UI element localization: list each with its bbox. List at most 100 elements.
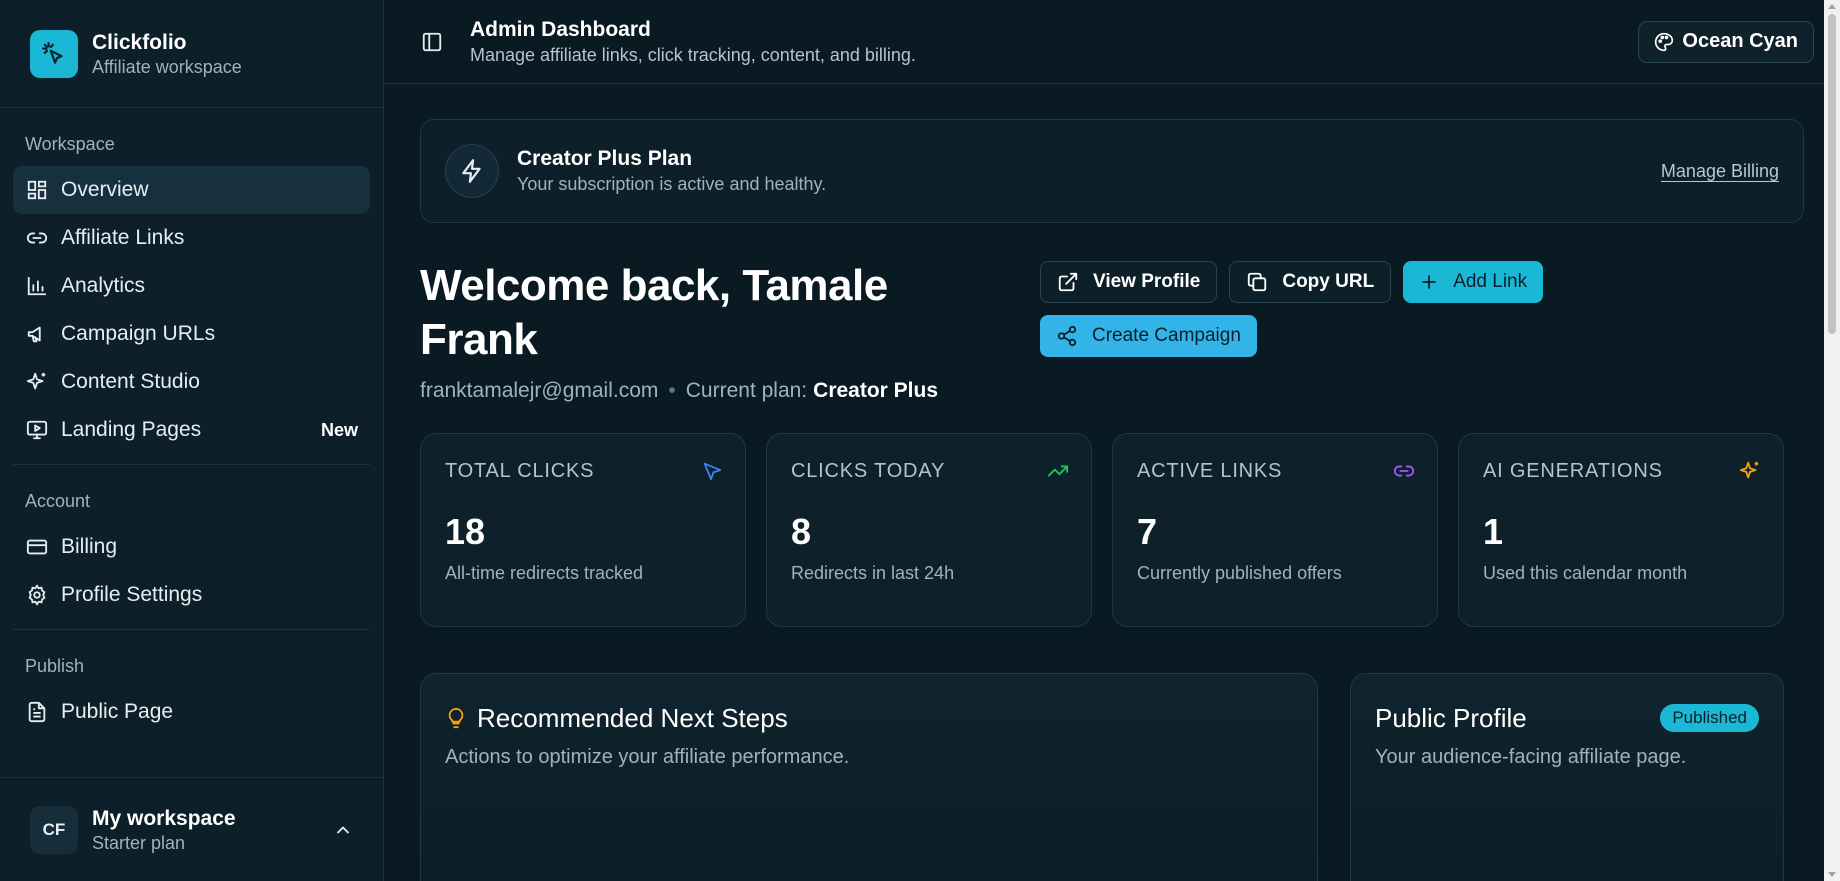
welcome-meta: franktamalejr@gmail.com • Current plan: … [420, 379, 1040, 403]
sidebar-item-label: Content Studio [61, 370, 200, 393]
plan-banner: Creator Plus Plan Your subscription is a… [420, 119, 1804, 223]
public-profile-title: Public Profile [1375, 703, 1527, 733]
credit-card-icon [25, 535, 49, 559]
public-profile-panel: Public Profile Published Your audience-f… [1350, 673, 1784, 881]
add-link-button[interactable]: Add Link [1403, 261, 1544, 303]
avatar: CF [30, 805, 78, 854]
scroll-up-arrow[interactable] [1828, 4, 1836, 9]
external-link-icon [1057, 271, 1079, 293]
copy-url-button[interactable]: Copy URL [1229, 261, 1392, 303]
create-campaign-label: Create Campaign [1092, 325, 1241, 346]
sidebar-item-public-page[interactable]: Public Page [13, 688, 370, 736]
page-subtitle: Manage affiliate links, click tracking, … [470, 44, 916, 65]
stat-card-total-clicks: Total Clicks 18 All-time redirects track… [420, 433, 746, 627]
stat-value: 1 [1483, 511, 1504, 552]
chevron-up-icon[interactable] [333, 820, 353, 840]
copy-url-label: Copy URL [1282, 271, 1375, 292]
sidebar-item-campaign-urls[interactable]: Campaign URLs [13, 310, 370, 358]
presentation-icon [25, 418, 49, 442]
sidebar-item-label: Affiliate Links [61, 226, 185, 249]
public-profile-subtitle: Your audience-facing affiliate page. [1375, 746, 1687, 768]
status-badge: Published [1660, 704, 1759, 732]
add-link-label: Add Link [1453, 271, 1528, 292]
stat-label: Active Links [1137, 460, 1283, 482]
view-profile-button[interactable]: View Profile [1040, 261, 1218, 303]
sidebar-item-analytics[interactable]: Analytics [13, 262, 370, 310]
current-plan-value: Creator Plus [813, 379, 939, 402]
overview-icon [25, 178, 49, 202]
lightbulb-icon [445, 707, 467, 729]
sidebar-item-label: Overview [61, 178, 149, 201]
stat-value: 7 [1137, 511, 1158, 552]
workspace-name: My workspace [92, 806, 236, 830]
create-campaign-button[interactable]: Create Campaign [1040, 315, 1257, 357]
action-buttons: View Profile Copy URL Add Link Create Ca… [1040, 259, 1580, 409]
scrollbar[interactable] [1824, 0, 1840, 881]
stat-subtitle: Currently published offers [1137, 563, 1342, 583]
view-profile-label: View Profile [1093, 271, 1201, 292]
separator-dot: • [668, 379, 676, 402]
cursor-click-icon [30, 29, 78, 78]
next-steps-title-text: Recommended Next Steps [477, 703, 788, 733]
palette-icon [1654, 32, 1674, 52]
sidebar-toggle-icon[interactable] [418, 28, 446, 56]
section-label-account: Account [25, 491, 91, 511]
manage-billing-link[interactable]: Manage Billing [1661, 161, 1779, 182]
trending-up-icon [1047, 460, 1069, 482]
sparkles-icon [1739, 460, 1761, 482]
stat-card-ai-generations: AI Generations 1 Used this calendar mont… [1458, 433, 1784, 627]
stat-card-active-links: Active Links 7 Currently published offer… [1112, 433, 1438, 627]
sidebar-item-billing[interactable]: Billing [13, 523, 370, 571]
cursor-icon [701, 460, 723, 482]
next-steps-subtitle: Actions to optimize your affiliate perfo… [445, 746, 850, 768]
sidebar-item-content-studio[interactable]: Content Studio [13, 358, 370, 406]
workspace-plan: Starter plan [92, 832, 186, 853]
brand-name: Clickfolio [92, 30, 187, 54]
stat-label: Clicks Today [791, 460, 946, 482]
stat-value: 8 [791, 511, 812, 552]
stat-value: 18 [445, 511, 486, 552]
section-label-workspace: Workspace [25, 134, 115, 154]
plan-subtitle: Your subscription is active and healthy. [517, 174, 827, 194]
copy-icon [1246, 271, 1268, 293]
section-label-publish: Publish [25, 656, 85, 676]
user-email: franktamalejr@gmail.com [420, 379, 659, 402]
sidebar-item-label: Analytics [61, 274, 146, 297]
next-steps-title: Recommended Next Steps [445, 702, 1293, 734]
theme-selector-button[interactable]: Ocean Cyan [1638, 20, 1814, 63]
scroll-down-arrow[interactable] [1828, 872, 1836, 877]
main: Admin Dashboard Manage affiliate links, … [384, 0, 1840, 881]
sidebar-item-landing-pages[interactable]: Landing Pages New [13, 406, 370, 454]
sidebar-item-label: Billing [61, 535, 118, 558]
sidebar-item-label: Campaign URLs [61, 322, 216, 345]
brand-subtitle: Affiliate workspace [92, 56, 242, 77]
sidebar-item-label: Landing Pages [61, 418, 202, 441]
sidebar-item-profile-settings[interactable]: Profile Settings [13, 571, 370, 619]
welcome-title: Welcome back, Tamale Frank [420, 261, 888, 364]
plus-icon [1419, 272, 1439, 292]
stat-card-clicks-today: Clicks Today 8 Redirects in last 24h [766, 433, 1092, 627]
stat-subtitle: All-time redirects tracked [445, 563, 644, 583]
megaphone-icon [25, 322, 49, 346]
scrollbar-thumb[interactable] [1828, 14, 1836, 334]
next-steps-panel: Recommended Next Steps Actions to optimi… [420, 673, 1318, 881]
stat-label: Total Clicks [445, 460, 595, 482]
current-plan-label: Current plan: [685, 379, 808, 402]
sidebar-item-affiliate-links[interactable]: Affiliate Links [13, 214, 370, 262]
sparkles-icon [25, 370, 49, 394]
new-badge: New [320, 419, 358, 440]
theme-label: Ocean Cyan [1682, 30, 1798, 52]
stat-subtitle: Used this calendar month [1483, 563, 1688, 583]
stat-subtitle: Redirects in last 24h [791, 563, 955, 583]
stat-label: AI Generations [1483, 460, 1663, 482]
brand[interactable]: Clickfolio Affiliate workspace [0, 0, 383, 108]
plan-title: Creator Plus Plan [517, 147, 693, 170]
workspace-switcher[interactable]: CF My workspace Starter plan [0, 777, 383, 881]
sidebar-item-label: Profile Settings [61, 583, 203, 606]
sidebar-item-overview[interactable]: Overview [13, 166, 370, 214]
link-icon [1393, 460, 1415, 482]
stats-row: Total Clicks 18 All-time redirects track… [420, 433, 1804, 627]
gear-icon [25, 583, 49, 607]
sidebar-item-label: Public Page [61, 700, 174, 723]
top-bar: Admin Dashboard Manage affiliate links, … [384, 0, 1840, 84]
